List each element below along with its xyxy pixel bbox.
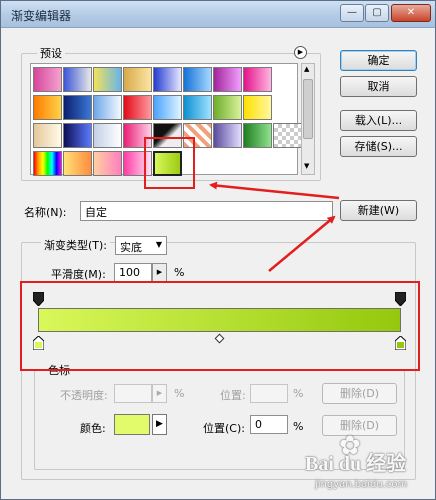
scroll-thumb[interactable] — [303, 79, 313, 139]
preset-swatch[interactable] — [93, 95, 122, 120]
preset-swatch[interactable] — [243, 95, 272, 120]
smoothness-label: 平滑度(M): — [51, 268, 106, 281]
preset-swatch[interactable] — [33, 95, 62, 120]
preset-swatch[interactable] — [33, 123, 62, 148]
name-label: 名称(N): — [24, 206, 67, 219]
opacity-unit: % — [174, 387, 185, 400]
gradient-type-select[interactable]: 实底 ▼ — [115, 236, 167, 255]
title-bar: 渐变编辑器 — ▢ ✕ — [1, 1, 435, 28]
chevron-down-icon: ▼ — [155, 240, 162, 249]
preset-swatch[interactable] — [63, 67, 92, 92]
scroll-down-icon[interactable]: ▼ — [304, 162, 309, 170]
highlight-selected-swatch — [144, 137, 195, 189]
preset-swatch[interactable] — [33, 151, 62, 176]
presets-scrollbar[interactable]: ▲ ▼ — [301, 63, 315, 175]
opacity-stepper-icon: ▶ — [152, 384, 167, 403]
window-title: 渐变编辑器 — [11, 9, 72, 23]
preset-swatch[interactable] — [213, 123, 242, 148]
gradient-type-label: 渐变类型(T): — [41, 237, 111, 253]
preset-swatch[interactable] — [63, 151, 92, 176]
close-button[interactable]: ✕ — [391, 4, 431, 22]
position-label: 位置(C): — [203, 422, 245, 435]
preset-swatch[interactable] — [123, 67, 152, 92]
preset-swatch[interactable] — [153, 67, 182, 92]
preset-swatch[interactable] — [213, 67, 242, 92]
cancel-button[interactable]: 取消 — [340, 76, 417, 97]
preset-swatch[interactable] — [63, 95, 92, 120]
preset-swatch[interactable] — [123, 95, 152, 120]
preset-swatch[interactable] — [243, 67, 272, 92]
stepper-arrow-icon[interactable]: ▶ — [152, 263, 167, 282]
preset-swatch[interactable] — [273, 123, 302, 148]
preset-swatch[interactable] — [33, 67, 62, 92]
preset-swatch[interactable] — [153, 95, 182, 120]
name-input[interactable]: 自定 — [80, 201, 333, 221]
opacity-label: 不透明度: — [60, 389, 108, 402]
baidu-watermark: ✿ Bai du 经验 jingyan.baidu.com — [301, 423, 435, 499]
opacity-input — [114, 384, 152, 403]
new-button[interactable]: 新建(W) — [340, 200, 417, 221]
opacity-position-unit: % — [293, 387, 304, 400]
opacity-delete-button: 删除(D) — [322, 383, 397, 404]
opacity-position-label: 位置: — [220, 389, 246, 402]
maximize-button[interactable]: ▢ — [365, 4, 389, 22]
highlight-gradient-bar — [20, 281, 420, 371]
smoothness-input[interactable]: 100 — [114, 263, 152, 282]
watermark-url: jingyan.baidu.com — [315, 479, 408, 490]
minimize-button[interactable]: — — [340, 4, 364, 22]
position-input[interactable]: 0 — [250, 415, 288, 434]
preset-swatch[interactable] — [93, 151, 122, 176]
arrow-to-swatch — [209, 181, 340, 200]
preset-swatch[interactable] — [93, 67, 122, 92]
smoothness-unit: % — [174, 266, 185, 279]
gradient-type-value: 实底 — [120, 241, 142, 254]
preset-swatch[interactable] — [243, 123, 272, 148]
gradient-editor-window: 渐变编辑器 — ▢ ✕ 预设 ▶ ▲ ▼ 确定 取消 载入(L)... 存储(S… — [0, 0, 436, 500]
opacity-position-input — [250, 384, 288, 403]
circle-arrow-icon[interactable]: ▶ — [294, 46, 307, 59]
save-button[interactable]: 存储(S)... — [340, 136, 417, 157]
scroll-up-icon[interactable]: ▲ — [304, 65, 309, 73]
color-menu-arrow-icon[interactable]: ▶ — [152, 414, 167, 435]
watermark-brand: Bai du 经验 — [305, 453, 407, 475]
preset-swatch[interactable] — [213, 95, 242, 120]
preset-swatch[interactable] — [183, 67, 212, 92]
presets-label: 预设 — [37, 45, 65, 61]
color-label: 颜色: — [80, 422, 106, 435]
load-button[interactable]: 载入(L)... — [340, 110, 417, 131]
stop-color-swatch[interactable] — [114, 414, 150, 435]
preset-swatch[interactable] — [63, 123, 92, 148]
ok-button[interactable]: 确定 — [340, 50, 417, 71]
preset-swatch[interactable] — [183, 95, 212, 120]
preset-swatch[interactable] — [93, 123, 122, 148]
